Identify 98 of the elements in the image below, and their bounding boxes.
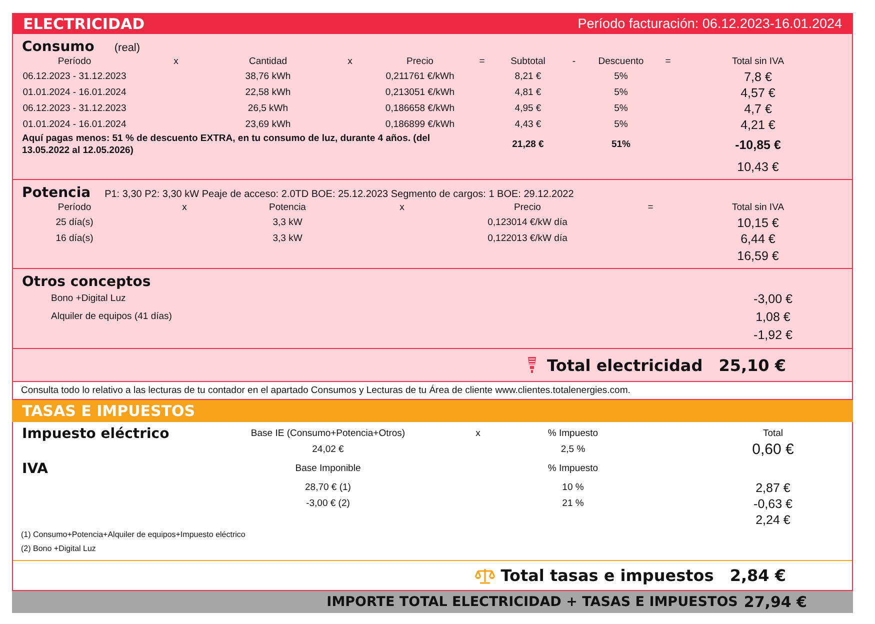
column-header: Base IE (Consumo+Potencia+Otros): [250, 427, 406, 441]
table-cell-text: 8,21 €: [514, 70, 542, 84]
total-label: Total electricidad: [547, 356, 703, 374]
info-note: Consulta todo lo relativo a las lecturas de tu contador en el apartado Consumos y Lecturas de tu Área de cliente www.clientes.totalenergies.com.: [13, 382, 852, 399]
table-cell-text: 6,44 €: [740, 231, 776, 247]
table-cell-text: 06.12.2023 - 31.12.2023: [22, 102, 128, 116]
column-header: Cantidad: [248, 55, 288, 69]
column-header: =: [478, 55, 486, 69]
column-header: Total sin IVA: [730, 201, 786, 215]
column-header: Base Imponible: [294, 462, 362, 476]
section-heading: IVA: [21, 460, 49, 479]
table-cell-text: 38,76 kWh: [244, 70, 292, 84]
billing-period: Período facturación: 06.12.2023-16.01.2024: [578, 16, 842, 31]
item-label: Bono +Digital Luz: [50, 292, 127, 306]
table-cell-text: 4,43 €: [514, 118, 542, 132]
scale-icon: [474, 568, 495, 584]
section-heading: Otros conceptos: [22, 274, 151, 290]
table-cell-text: 5%: [613, 118, 629, 132]
total-amount: 25,10 €: [718, 356, 786, 374]
column-header: -: [571, 55, 577, 69]
table-cell-text: 0,211761 €/kWh: [384, 70, 456, 84]
section-heading: Potencia: [22, 185, 91, 201]
table-cell-text: 23,69 kWh: [244, 118, 292, 132]
table-cell-text: 0,186899 €/kWh: [384, 118, 456, 132]
column-header: Potencia: [268, 201, 307, 215]
table-cell-text: 16 día(s): [54, 232, 94, 246]
table-cell-text: -3,00 € (2): [305, 497, 351, 511]
grand-total-label: IMPORTE TOTAL ELECTRICIDAD + TASAS E IMPUESTOS: [326, 594, 738, 610]
section-heading: Consumo: [22, 39, 94, 55]
column-header: =: [646, 201, 654, 215]
table-cell-text: 21 %: [561, 497, 585, 511]
table-cell-text: 10 %: [561, 481, 585, 495]
table-cell-text: 1,08 €: [754, 309, 792, 326]
table-cell-text: 24,02 €: [311, 443, 345, 457]
table-cell-text: 3,3 kW: [272, 232, 304, 246]
column-header: Período: [56, 201, 92, 215]
column-header: Precio: [513, 201, 542, 215]
column-header: x: [181, 201, 188, 215]
lightbulb-icon: [527, 356, 538, 374]
section-title: ELECTRICIDAD: [23, 14, 145, 32]
table-cell-text: 0,122013 €/kW día: [486, 232, 568, 246]
table-cell-text: 5%: [613, 102, 629, 116]
reading-type: (real): [114, 42, 140, 54]
subtotal-amount: 16,59 €: [736, 248, 780, 265]
table-cell-text: 06.12.2023 - 31.12.2023: [22, 70, 128, 84]
table-cell-text: -10,85 €: [734, 137, 782, 153]
discount-note: Aquí pagas menos: 51 % de descuento EXTRA, en tu consumo de luz, durante 4 años. (del 13.05.2022 al 12.05.2026): [21, 133, 432, 157]
total-amount: 2,84 €: [730, 566, 786, 585]
table-cell-text: 0,123014 €/kW día: [486, 216, 568, 230]
table-cell-text: 4,57 €: [740, 85, 776, 101]
table-cell-text: 26,5 kWh: [246, 102, 290, 116]
column-header: x: [346, 55, 354, 69]
table-cell-text: 7,8 €: [743, 69, 773, 85]
subtotal-amount: 2,24 €: [754, 512, 792, 528]
column-header: Período: [56, 55, 92, 69]
table-cell-text: 28,70 € (1): [304, 481, 352, 495]
column-header: Precio: [406, 55, 434, 69]
column-header: % Impuesto: [546, 462, 600, 476]
table-cell-text: 4,21 €: [740, 117, 776, 133]
table-cell-text: 25 día(s): [54, 216, 94, 230]
table-cell-text: 5%: [613, 86, 629, 100]
table-cell-text: 22,58 kWh: [244, 86, 292, 100]
footnote: (2) Bono +Digital Luz: [21, 543, 97, 555]
column-header: Subtotal: [510, 55, 546, 69]
column-header: x: [398, 201, 406, 215]
table-cell-text: 3,3 kW: [272, 216, 304, 230]
table-cell-text: 4,81 €: [514, 86, 542, 100]
table-cell-text: 5%: [613, 70, 629, 84]
table-cell-text: 0,213051 €/kWh: [384, 86, 456, 100]
table-cell-text: 01.01.2024 - 16.01.2024: [22, 118, 128, 132]
table-cell-text: 2,87 €: [754, 480, 792, 496]
table-cell-text: -0,63 €: [752, 496, 794, 512]
section-heading: Impuesto eléctrico: [21, 426, 170, 442]
table-cell-text: 4,95 €: [514, 102, 542, 116]
column-header: =: [664, 55, 672, 69]
table-cell-text: 0,186658 €/kWh: [384, 102, 456, 116]
table-cell-text: -3,00 €: [752, 291, 794, 308]
table-cell-text: 01.01.2024 - 16.01.2024: [22, 86, 128, 100]
table-cell-text: 51%: [610, 138, 632, 152]
column-header: x: [474, 427, 482, 441]
grand-total-amount: 27,94 €: [744, 593, 807, 611]
subtotal-amount: -1,92 €: [752, 327, 794, 344]
column-header: x: [172, 55, 180, 69]
item-label: Alquiler de equipos (41 días): [50, 310, 173, 324]
column-header: Total sin IVA: [730, 55, 786, 69]
table-cell-text: 0,60 €: [751, 442, 795, 458]
subtotal-amount: 10,43 €: [736, 159, 780, 176]
total-label: Total tasas e impuestos: [500, 566, 714, 585]
tariff-info: P1: 3,30 P2: 3,30 kW Peaje de acceso: 2.0TD BOE: 25.12.2023 Segmento de cargos: 1 BOE: 29.12.2022: [104, 189, 574, 200]
footnote: (1) Consumo+Potencia+Alquiler de equipos+Impuesto eléctrico: [21, 529, 246, 541]
column-header: % Impuesto: [546, 427, 600, 441]
table-cell-text: 2,5 %: [560, 443, 586, 457]
table-cell-text: 10,15 €: [736, 215, 780, 231]
table-cell-text: 21,28 €: [511, 138, 545, 152]
section-title: TASAS E IMPUESTOS: [22, 402, 196, 420]
table-cell-text: 4,7 €: [743, 101, 773, 117]
column-header: Descuento: [597, 55, 645, 69]
column-header: Total: [762, 427, 784, 441]
